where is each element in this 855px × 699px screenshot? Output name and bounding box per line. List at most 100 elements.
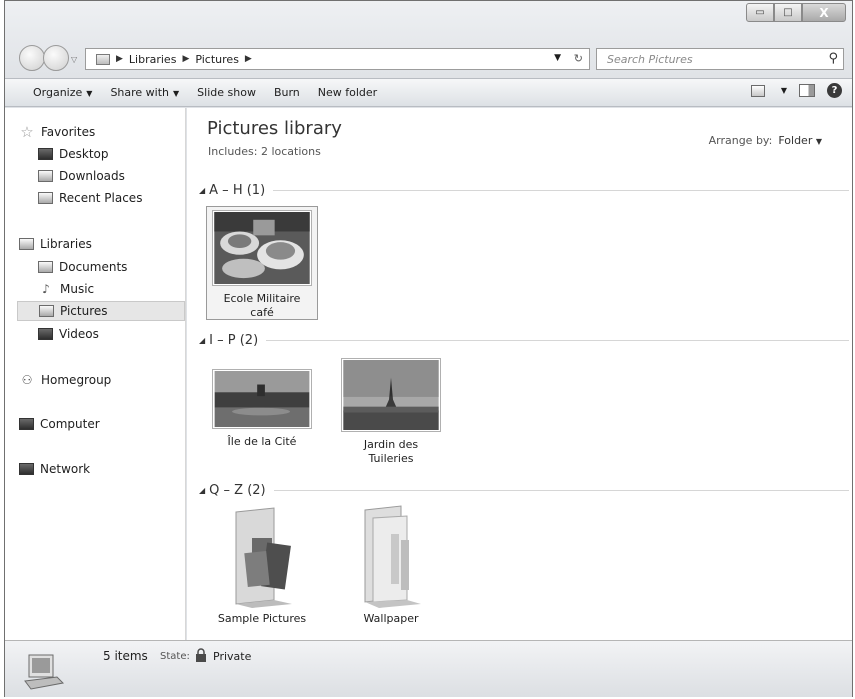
close-button[interactable]: X [802,3,846,22]
breadcrumb-separator-icon[interactable]: ▶ [116,54,123,64]
star-icon: ☆ [20,123,34,141]
pictures-icon [39,305,54,317]
collapse-triangle-icon[interactable]: ◢ [199,486,205,495]
organize-label: Organize [33,86,83,99]
details-pane: 5 items State: Private [5,640,852,697]
new-folder-button[interactable]: New folder [318,86,377,99]
library-locations-link[interactable]: Includes: 2 locations [208,145,321,158]
group-header-i-p[interactable]: ◢ I – P (2) [199,330,849,350]
file-name-line: Ecole Militaire [223,292,301,305]
sidebar-item-label: Desktop [59,147,109,161]
minimize-button[interactable]: ▭ [746,3,774,22]
sidebar-item-label: Homegroup [41,373,112,387]
desktop-icon [38,148,53,160]
slide-show-button[interactable]: Slide show [197,86,256,99]
documents-icon [38,261,53,273]
folder-tile[interactable]: Wallpaper [335,504,447,628]
maximize-button[interactable]: □ [774,3,802,22]
arrange-by-dropdown[interactable]: Folder ▼ [778,134,822,147]
share-with-button[interactable]: Share with ▼ [110,86,179,99]
sidebar-item-videos[interactable]: Videos [38,324,99,344]
view-controls: ▼ ? [750,83,842,98]
preview-pane-icon[interactable] [799,84,815,97]
navigation-row: ▽ ▶ Libraries ▶ Pictures ▶ ▼ ↻ ⚲ [5,39,852,77]
library-icon [96,53,110,65]
sidebar-item-label: Computer [40,417,100,431]
homegroup-icon: ⚇ [21,373,33,387]
downloads-icon [38,170,53,182]
group-divider [273,189,849,191]
change-view-icon[interactable] [750,84,765,97]
recent-places-icon [38,192,53,204]
refresh-icon[interactable]: ↻ [574,52,583,65]
photo-eiffel-thumbnail [342,359,440,431]
sidebar-item-computer[interactable]: Computer [19,414,100,434]
sidebar-item-label: Network [40,462,91,476]
command-bar: Organize ▼ Share with ▼ Slide show Burn Ne… [5,78,852,107]
chevron-down-icon: ▼ [86,89,93,98]
file-tile[interactable]: Jardin des Tuileries [335,359,447,471]
page-title: Pictures library [207,118,342,139]
sidebar-item-documents[interactable]: Documents [38,257,127,277]
folder-name: Sample Pictures [217,612,307,625]
state-value: Private [213,650,252,663]
group-divider [273,489,849,491]
view-dropdown-icon[interactable]: ▼ [781,86,787,95]
library-large-icon [24,654,65,690]
folder-with-photos-icon [235,507,292,608]
group-label: Q – Z (2) [209,482,266,498]
folder-icon [364,505,421,608]
group-header-a-h[interactable]: ◢ A – H (1) [199,180,849,200]
arrange-by: Arrange by: Folder ▼ [709,134,822,147]
collapse-triangle-icon[interactable]: ◢ [199,336,205,345]
sidebar-item-music[interactable]: ♪ Music [38,279,94,299]
collapse-triangle-icon[interactable]: ◢ [199,186,205,195]
sidebar-item-desktop[interactable]: Desktop [38,144,109,164]
breadcrumb-pictures[interactable]: Pictures [195,53,239,66]
search-box[interactable]: ⚲ [596,48,844,70]
arrange-by-label: Arrange by: [708,134,773,147]
file-tile[interactable]: Ecole Militaire café [206,206,318,320]
libraries-icon [19,238,34,250]
file-name-line: Tuileries [368,452,414,465]
sidebar-item-homegroup[interactable]: ⚇ Homegroup [19,370,112,390]
videos-icon [38,328,53,340]
chevron-down-icon: ▼ [815,137,822,146]
breadcrumb-separator-icon[interactable]: ▶ [245,54,252,64]
share-with-label: Share with [110,86,170,99]
folder-tile[interactable]: Sample Pictures [206,504,318,628]
sidebar-item-label: Documents [59,260,128,274]
organize-button[interactable]: Organize ▼ [33,86,92,99]
breadcrumb-separator-icon[interactable]: ▶ [182,54,189,64]
file-name: Ecole Militaire café [207,292,317,320]
search-icon[interactable]: ⚲ [828,51,838,66]
sidebar-item-favorites[interactable]: ☆ Favorites [19,122,95,142]
burn-button[interactable]: Burn [274,86,300,99]
recent-pages-dropdown-icon[interactable]: ▽ [71,55,77,64]
sidebar-item-libraries[interactable]: Libraries [19,234,92,254]
lock-icon [196,648,206,662]
file-tile[interactable]: Île de la Cité [206,370,318,470]
item-count: 5 items [103,649,148,663]
breadcrumb-libraries[interactable]: Libraries [129,53,177,66]
state-label: State: [160,651,190,662]
group-label: I – P (2) [209,332,259,348]
sidebar-item-pictures[interactable]: Pictures [17,301,185,321]
group-header-q-z[interactable]: ◢ Q – Z (2) [199,480,849,500]
help-icon[interactable]: ? [827,83,842,98]
search-input[interactable] [607,52,822,66]
back-button[interactable] [19,45,45,71]
file-name: Île de la Cité [206,435,318,449]
sidebar-item-label: Recent Places [59,191,143,205]
sidebar-item-label: Libraries [40,237,92,251]
address-dropdown-icon[interactable]: ▼ [554,53,561,63]
group-divider [266,339,849,341]
music-note-icon: ♪ [42,282,50,296]
chevron-down-icon: ▼ [173,89,180,98]
address-bar[interactable]: ▶ Libraries ▶ Pictures ▶ ▼ ↻ [85,48,590,70]
file-name-line: café [250,306,274,319]
sidebar-item-downloads[interactable]: Downloads [38,166,125,186]
sidebar-item-recent-places[interactable]: Recent Places [38,188,142,208]
forward-button[interactable] [43,45,69,71]
sidebar-item-network[interactable]: Network [19,459,90,479]
